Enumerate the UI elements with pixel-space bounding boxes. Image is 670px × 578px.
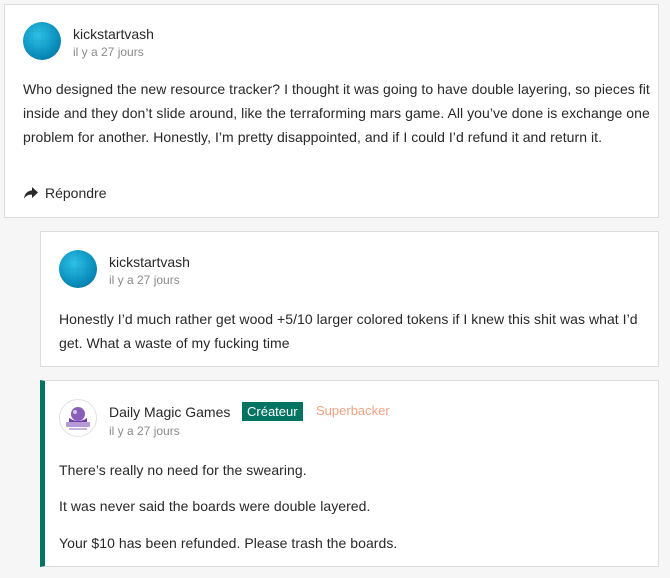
creator-reply-line: There’s really no need for the swearing. [59,462,307,478]
superbacker-badge: Superbacker [316,403,390,418]
reply-button[interactable]: Répondre [23,185,107,201]
creator-reply-card: Daily Magic Games Créateur Superbacker i… [40,380,659,567]
creator-badge: Créateur [242,402,303,421]
reply-body: Honestly I’d much rather get wood +5/10 … [59,311,638,351]
creator-reply-line: Your $10 has been refunded. Please trash… [59,535,398,551]
creator-name[interactable]: Daily Magic Games [109,404,230,420]
creator-reply-line: It was never said the boards were double… [59,498,371,514]
user-avatar[interactable] [23,22,61,60]
comment-author[interactable]: kickstartvash [73,26,154,42]
comment-card: kickstartvash il y a 27 jours Who design… [4,4,659,218]
comment-body: Who designed the new resource tracker? I… [23,81,650,145]
comment-timestamp: il y a 27 jours [73,45,144,59]
creator-reply-timestamp: il y a 27 jours [109,424,180,438]
daily-magic-games-logo-icon [66,407,90,430]
reply-timestamp: il y a 27 jours [109,273,180,287]
reply-label: Répondre [45,185,107,201]
reply-arrow-icon [23,186,39,200]
creator-logo-avatar[interactable] [59,399,97,437]
reply-card: kickstartvash il y a 27 jours Honestly I… [40,231,659,367]
reply-author[interactable]: kickstartvash [109,254,190,270]
user-avatar[interactable] [59,250,97,288]
